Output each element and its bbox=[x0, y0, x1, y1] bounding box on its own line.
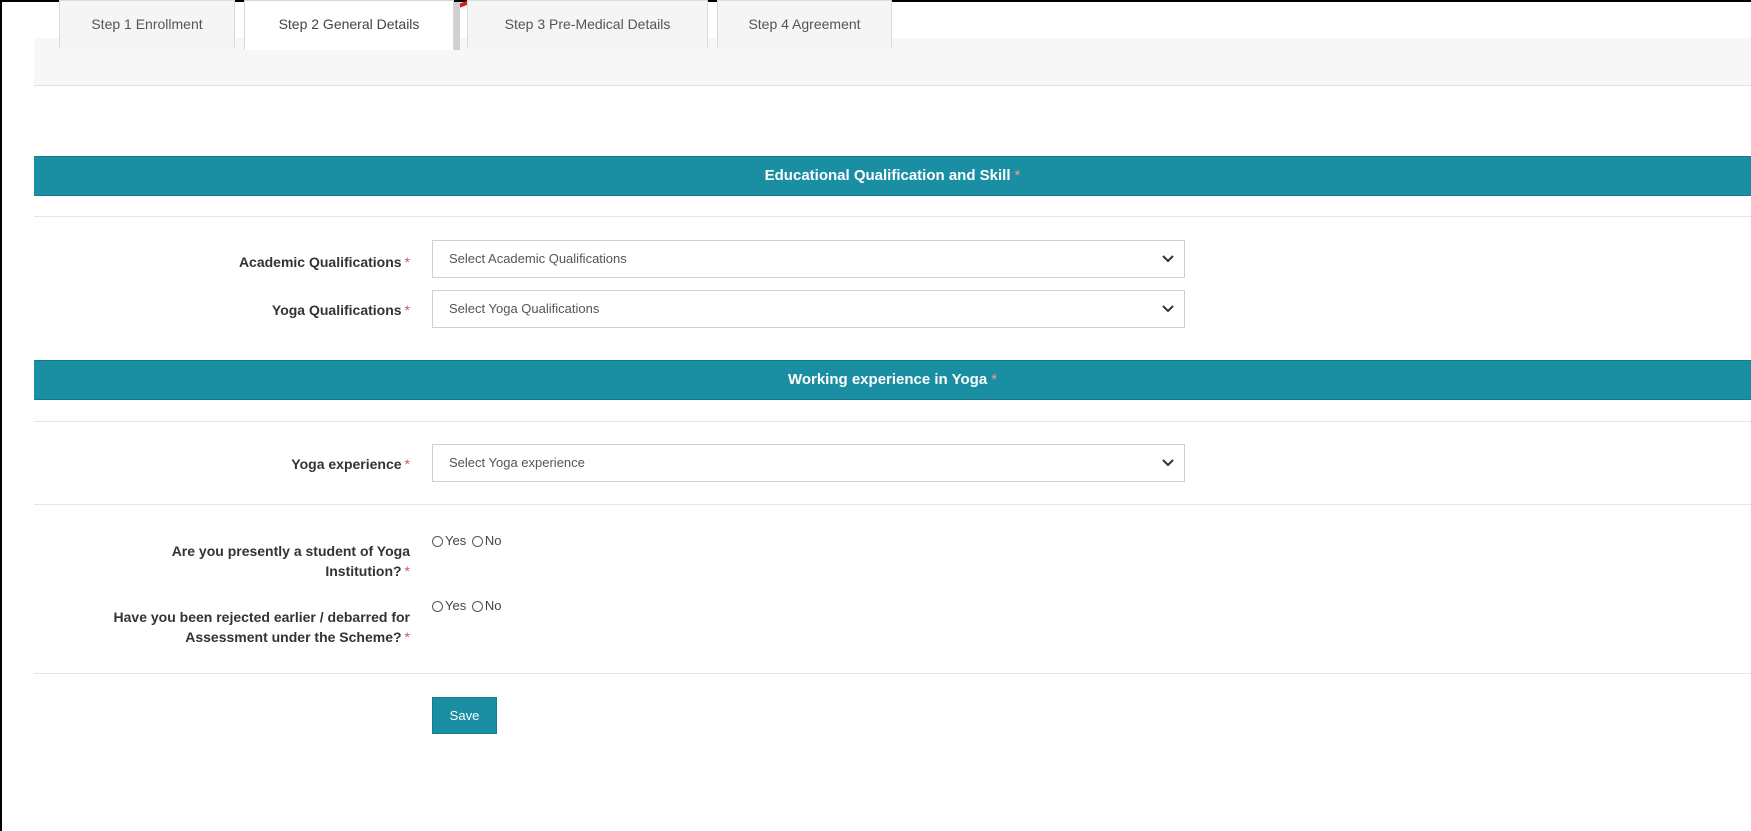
radio-label: No bbox=[484, 598, 502, 613]
required-asterisk: * bbox=[1014, 167, 1021, 184]
divider bbox=[34, 504, 1751, 505]
required-asterisk: * bbox=[404, 456, 410, 472]
label-text: Yoga experience bbox=[291, 456, 402, 472]
rejected-yes-radio[interactable]: Yes bbox=[432, 597, 466, 615]
radio-label: Yes bbox=[445, 533, 467, 548]
radio-circle-icon bbox=[471, 535, 483, 547]
student-no-radio[interactable]: No bbox=[470, 532, 502, 550]
tab-step-1-enrollment[interactable]: Step 1 Enrollment bbox=[59, 0, 235, 48]
section-title: Working experience in Yoga bbox=[787, 371, 988, 388]
radio-label: No bbox=[484, 533, 502, 548]
required-asterisk: * bbox=[404, 254, 410, 270]
required-asterisk: * bbox=[404, 563, 410, 579]
select-value: Select Academic Qualifications bbox=[449, 251, 627, 266]
tab-step-4-agreement[interactable]: Step 4 Agreement bbox=[717, 0, 892, 48]
radio-circle-icon bbox=[432, 535, 443, 547]
student-yes-radio[interactable]: Yes bbox=[432, 532, 466, 550]
section-title: Educational Qualification and Skill bbox=[764, 167, 1011, 184]
select-value: Select Yoga experience bbox=[449, 455, 585, 470]
chevron-down-icon bbox=[1162, 305, 1174, 313]
radio-label: Yes bbox=[445, 598, 467, 613]
rejected-no-radio[interactable]: No bbox=[470, 597, 502, 615]
chevron-down-icon bbox=[1162, 459, 1174, 467]
radio-circle-icon bbox=[432, 600, 443, 612]
academic-qualifications-select[interactable]: Select Academic Qualifications bbox=[432, 240, 1185, 278]
yoga-qualifications-select[interactable]: Select Yoga Qualifications bbox=[432, 290, 1185, 328]
label-line: Have you been rejected earlier / debarre… bbox=[113, 609, 410, 625]
required-asterisk: * bbox=[404, 302, 410, 318]
student-question-label: Are you presently a student of Yoga Inst… bbox=[50, 541, 410, 581]
student-radio-group: Yes No bbox=[432, 532, 501, 552]
yoga-experience-label: Yoga experience * bbox=[50, 454, 410, 474]
radio-circle-icon bbox=[471, 600, 483, 612]
save-button[interactable]: Save bbox=[432, 697, 497, 734]
screenshot-frame bbox=[0, 0, 1751, 831]
tab-divider bbox=[454, 2, 460, 50]
rejected-question-label: Have you been rejected earlier / debarre… bbox=[50, 607, 410, 647]
required-asterisk: * bbox=[404, 629, 410, 645]
chevron-down-icon bbox=[1162, 255, 1174, 263]
required-asterisk: * bbox=[991, 371, 998, 388]
divider bbox=[34, 421, 1751, 422]
label-line: Assessment under the Scheme? bbox=[185, 629, 402, 645]
yoga-qualifications-label: Yoga Qualifications * bbox=[50, 300, 410, 320]
divider bbox=[34, 216, 1751, 217]
label-text: Yoga Qualifications bbox=[271, 302, 402, 318]
select-value: Select Yoga Qualifications bbox=[449, 301, 600, 316]
section-header-experience: Working experience in Yoga * bbox=[34, 360, 1751, 400]
divider bbox=[34, 673, 1751, 674]
yoga-experience-select[interactable]: Select Yoga experience bbox=[432, 444, 1185, 482]
academic-qualifications-label: Academic Qualifications * bbox=[50, 252, 410, 272]
label-line: Are you presently a student of Yoga bbox=[171, 543, 410, 559]
rejected-radio-group: Yes No bbox=[432, 597, 501, 617]
label-line: Institution? bbox=[325, 563, 402, 579]
tab-step-2-general-details[interactable]: Step 2 General Details bbox=[244, 0, 454, 50]
label-text: Academic Qualifications bbox=[238, 254, 402, 270]
tab-step-3-pre-medical-details[interactable]: Step 3 Pre-Medical Details bbox=[467, 0, 708, 48]
section-header-education: Educational Qualification and Skill * bbox=[34, 156, 1751, 196]
